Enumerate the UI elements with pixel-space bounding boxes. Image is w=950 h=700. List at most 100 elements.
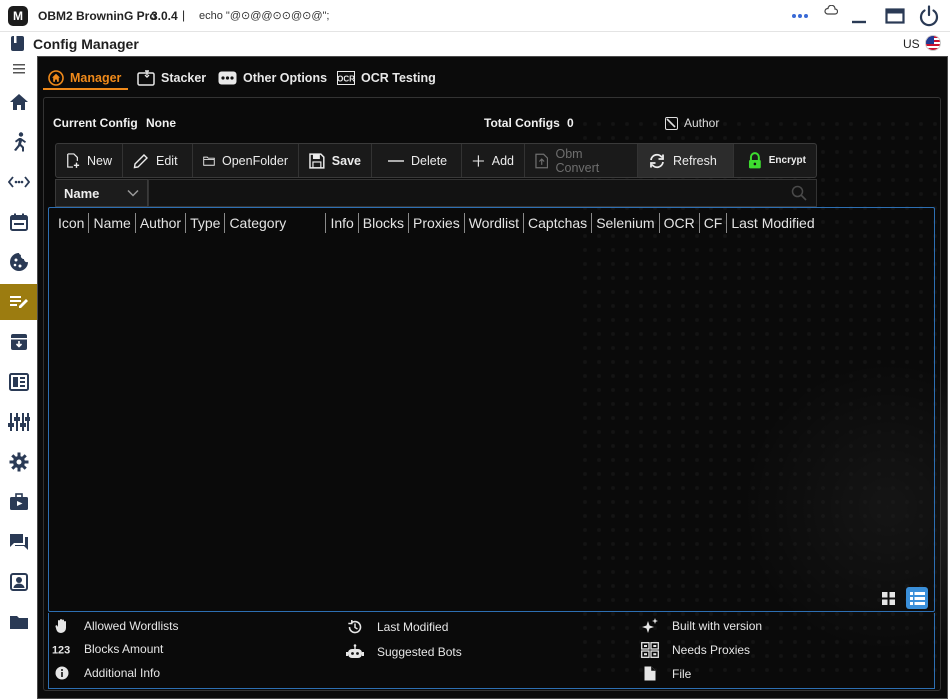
active-tab-underline [43, 88, 128, 90]
sidebar-item-config-manager[interactable] [0, 284, 37, 320]
file-icon [644, 666, 656, 681]
sidebar-item-cookies[interactable] [0, 244, 37, 280]
svg-text:123: 123 [52, 645, 70, 655]
refresh-button[interactable]: Refresh [638, 144, 734, 177]
us-flag-icon[interactable] [925, 35, 941, 51]
cloud-icon [824, 5, 838, 15]
legend-label: Suggested Bots [377, 644, 462, 659]
column-header-type[interactable]: Type [186, 213, 226, 233]
contact-icon [9, 573, 28, 591]
column-header-proxies[interactable]: Proxies [409, 213, 465, 233]
menu-icon [12, 64, 25, 74]
code-arrows-icon [7, 176, 30, 188]
save-button[interactable]: Save [299, 144, 372, 177]
column-header-wordlist[interactable]: Wordlist [465, 213, 525, 233]
author-checkbox[interactable] [665, 116, 678, 130]
legend-label: Allowed Wordlists [84, 619, 179, 633]
folder-open-icon [203, 156, 215, 166]
cloud-sync-button[interactable] [816, 0, 846, 26]
sidebar-item-chat[interactable] [0, 524, 37, 560]
column-header-last-modified[interactable]: Last Modified [727, 213, 818, 233]
legend-needs-proxies: Needs Proxies [640, 642, 750, 658]
author-filter[interactable]: Author [665, 116, 719, 130]
more-dots-icon [792, 14, 808, 18]
sidebar-item-jobs[interactable] [0, 484, 37, 520]
svg-text:OCR: OCR [337, 75, 355, 84]
sidebar-item-runner[interactable] [0, 124, 37, 160]
config-toolbar: New Edit OpenFolder Save Delete Add Obm … [55, 143, 817, 178]
more-options-button[interactable] [785, 0, 815, 32]
app-version: 3.0.4 [151, 9, 178, 23]
maximize-button[interactable] [880, 0, 910, 32]
calendar-icon [9, 213, 28, 231]
tab-manager[interactable]: Manager [48, 67, 121, 89]
edit-button[interactable]: Edit [123, 144, 193, 177]
sidebar-item-files[interactable] [0, 604, 37, 640]
tab-label: OCR Testing [361, 71, 436, 85]
grid-view-button[interactable] [877, 587, 899, 609]
sidebar-item-calendar[interactable] [0, 204, 37, 240]
lock-icon [748, 152, 761, 169]
tab-ocr-testing[interactable]: OCR OCR Testing [337, 67, 436, 89]
column-header-category[interactable]: Category [225, 213, 327, 233]
sidebar-item-archive[interactable] [0, 324, 37, 360]
sidebar-item-equalizer[interactable] [0, 404, 37, 440]
encrypt-button[interactable]: Encrypt [734, 144, 816, 177]
current-config-value: None [146, 116, 176, 130]
legend-suggested-bots: Suggested Bots [345, 644, 462, 659]
list-view-button[interactable] [906, 587, 928, 609]
column-header-selenium[interactable]: Selenium [592, 213, 660, 233]
open-folder-button[interactable]: OpenFolder [193, 144, 299, 177]
column-header-info[interactable]: Info [326, 213, 359, 233]
sidebar-item-contacts[interactable] [0, 564, 37, 600]
sidebar-menu-toggle[interactable] [0, 56, 37, 82]
legend-label: File [672, 666, 692, 681]
history-icon [348, 620, 362, 634]
pencil-icon [133, 153, 148, 168]
sidebar-item-dashboard[interactable] [0, 364, 37, 400]
sparkle-icon [641, 618, 658, 633]
column-header-author[interactable]: Author [136, 213, 187, 233]
minimize-button[interactable] [844, 0, 874, 32]
briefcase-play-icon [9, 493, 28, 510]
floppy-disk-icon [309, 152, 325, 169]
language-label[interactable]: US [903, 37, 920, 51]
stacker-icon [137, 70, 155, 86]
new-button[interactable]: New [56, 144, 123, 177]
plus-icon [472, 154, 484, 167]
column-header-blocks[interactable]: Blocks [359, 213, 410, 233]
delete-button-label: Delete [411, 153, 448, 168]
tab-other-options[interactable]: Other Options [218, 67, 327, 89]
refresh-icon [650, 153, 664, 168]
search-input[interactable] [148, 179, 817, 207]
search-icon[interactable] [791, 185, 807, 206]
ocr-icon: OCR [337, 71, 355, 85]
column-header-icon[interactable]: Icon [54, 213, 90, 233]
legend-built-with-version: Built with version [640, 618, 762, 633]
edit-notes-icon [9, 296, 28, 308]
tab-stacker[interactable]: Stacker [137, 67, 206, 89]
column-header-ocr[interactable]: OCR [660, 213, 700, 233]
sidebar-item-code[interactable] [0, 164, 37, 200]
header-bar [0, 32, 950, 56]
current-config-label: Current Config [53, 116, 138, 130]
new-file-icon [67, 153, 80, 168]
add-button[interactable]: Add [462, 144, 525, 177]
minus-icon [388, 159, 404, 162]
column-header-name[interactable]: Name [89, 213, 136, 233]
obm-convert-button[interactable]: Obm Convert [525, 144, 638, 177]
home-circle-icon [48, 70, 64, 86]
delete-button[interactable]: Delete [372, 144, 462, 177]
archive-icon [10, 334, 27, 350]
column-header-cf[interactable]: CF [700, 213, 728, 233]
sidebar-item-home[interactable] [0, 84, 37, 120]
config-book-icon [10, 35, 25, 52]
tab-label: Manager [70, 71, 122, 85]
title-separator: | [182, 8, 186, 22]
power-button[interactable] [914, 0, 944, 32]
legend-last-modified: Last Modified [345, 619, 448, 635]
folder-icon [9, 616, 28, 629]
search-field-select[interactable]: Name [55, 179, 148, 207]
sidebar-item-settings[interactable] [0, 444, 37, 480]
column-header-captchas[interactable]: Captchas [524, 213, 593, 233]
